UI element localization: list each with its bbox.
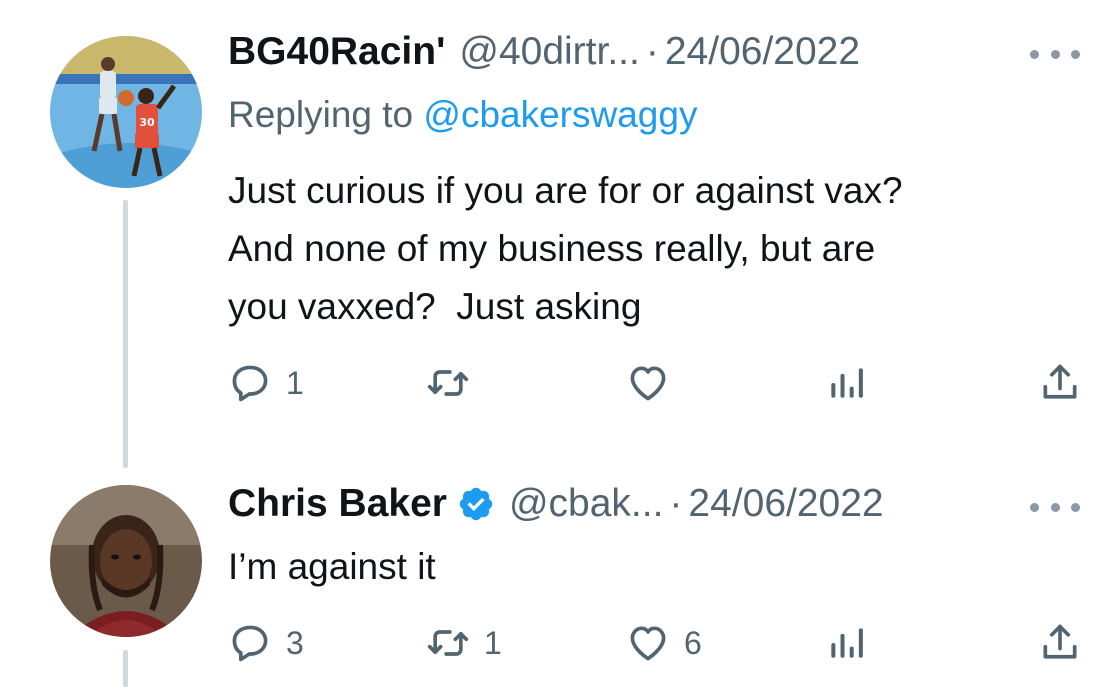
replying-to-link[interactable]: @cbakerswaggy [423,94,697,135]
separator-dot: · [669,482,683,525]
retweet-count: 1 [484,624,502,661]
replying-prefix: Replying to [228,94,414,135]
tweet-text: Just curious if you are for or against v… [228,162,1078,336]
share-upload-icon [1038,361,1082,405]
bar-chart-icon [824,361,868,405]
tweet-text-line: And none of my business really, but are [228,228,876,269]
username-handle[interactable]: @cbak... [509,482,663,526]
thread-line-bottom [123,650,128,687]
tweet-date[interactable]: 24/06/2022 [665,30,860,74]
retweet-arrows-icon [426,361,470,405]
heart-icon [626,621,670,665]
like-count: 6 [684,624,702,661]
thread-line-top [123,200,128,468]
more-horizontal-icon[interactable] [1030,497,1080,517]
display-name[interactable]: BG40Racin' [228,30,445,74]
display-name[interactable]: Chris Baker [228,482,447,526]
tweet-text-line: Just curious if you are for or against v… [228,170,903,211]
username-handle[interactable]: @40dirtr... [459,30,640,74]
views-button[interactable] [824,360,868,406]
like-button[interactable] [626,360,684,406]
separator-dot: · [645,30,659,73]
tweet-text-line: I’m against it [228,546,436,587]
tweet-header: Chris Baker @cbak... · 24/06/2022 [228,482,884,526]
tweet-text: I’m against it [228,538,1078,596]
retweet-arrows-icon [426,621,470,665]
tweet-header: BG40Racin' @40dirtr... · 24/06/2022 [228,30,860,74]
reply-count: 3 [286,624,304,661]
share-button[interactable] [1038,360,1082,406]
jersey-number: 30 [139,116,155,129]
tweet-actions: 1 [228,360,1088,406]
more-horizontal-icon[interactable] [1030,44,1080,64]
views-button[interactable] [824,620,868,666]
reply-button[interactable]: 3 [228,620,304,666]
avatar[interactable]: 30 [50,36,202,188]
tweet-date[interactable]: 24/06/2022 [688,482,883,526]
tweet-text-line: you vaxxed? Just asking [228,286,642,327]
tweet-actions: 3 1 6 [228,620,1088,666]
speech-bubble-icon [228,361,272,405]
verified-badge-icon [457,485,495,523]
speech-bubble-icon [228,621,272,665]
retweet-button[interactable]: 1 [426,620,502,666]
share-upload-icon [1038,621,1082,665]
reply-button[interactable]: 1 [228,360,304,406]
like-button[interactable]: 6 [626,620,702,666]
retweet-button[interactable] [426,360,484,406]
bar-chart-icon [824,621,868,665]
share-button[interactable] [1038,620,1082,666]
replying-to: Replying to @cbakerswaggy [228,94,697,136]
heart-icon [626,361,670,405]
avatar[interactable] [50,485,202,637]
reply-count: 1 [286,364,304,401]
